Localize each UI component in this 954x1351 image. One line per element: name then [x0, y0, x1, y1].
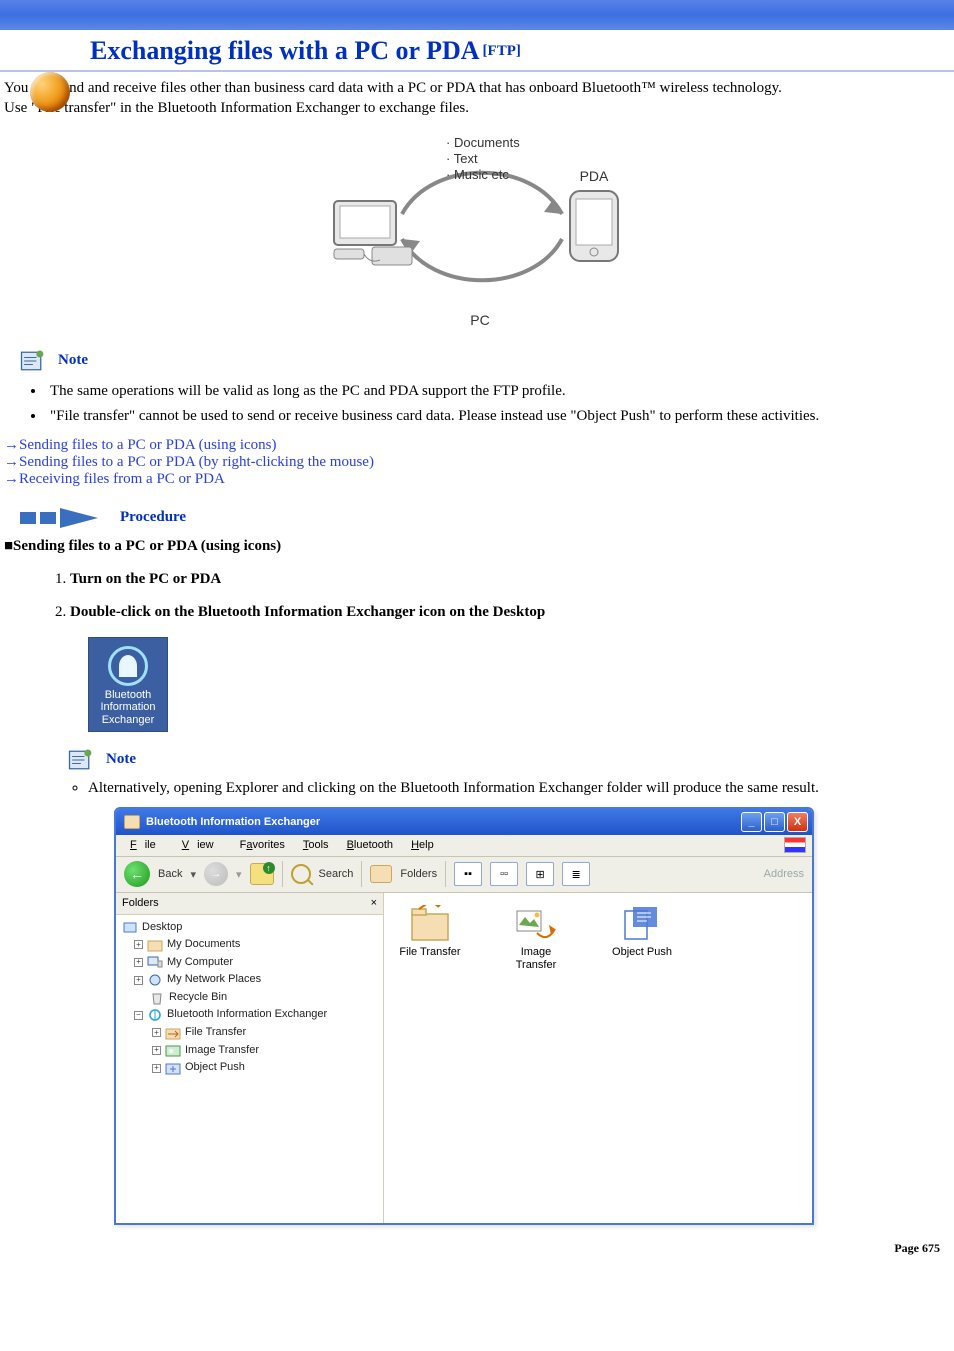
- note-icon: [18, 347, 46, 375]
- tree-bix[interactable]: − Bluetooth Information Exchanger: [122, 1006, 377, 1024]
- menu-help[interactable]: Help: [403, 837, 442, 853]
- folders-pane-close[interactable]: ×: [371, 897, 377, 909]
- note-heading: Note: [18, 347, 954, 375]
- content-pane: File Transfer Image Transfer: [384, 893, 812, 1223]
- note2-list: Alternatively, opening Explorer and clic…: [88, 780, 954, 797]
- explorer-window: Bluetooth Information Exchanger _ □ X Fi…: [114, 807, 814, 1225]
- link-sending-rightclick[interactable]: Sending files to a PC or PDA (by right-c…: [19, 454, 374, 470]
- tree-desktop[interactable]: Desktop: [122, 919, 377, 937]
- tree-object-push[interactable]: + Object Push: [122, 1059, 377, 1077]
- diagram-pda-label: PDA: [580, 168, 609, 184]
- procedure-steps: Turn on the PC or PDA Double-click on th…: [70, 571, 954, 621]
- file-transfer-icon: [409, 905, 451, 943]
- procedure-heading: Procedure: [18, 504, 954, 532]
- intro-text: You can send and receive files other tha…: [0, 78, 954, 119]
- procedure-label: Procedure: [120, 509, 186, 526]
- up-button[interactable]: [250, 863, 274, 885]
- back-button[interactable]: ←: [124, 861, 150, 887]
- title-row: Exchanging files with a PC or PDA [FTP]: [0, 32, 954, 72]
- window-maximize-button[interactable]: □: [764, 812, 785, 832]
- folders-button[interactable]: [370, 865, 392, 883]
- tree-image-transfer[interactable]: + Image Transfer: [122, 1042, 377, 1060]
- tree-file-transfer[interactable]: + File Transfer: [122, 1024, 377, 1042]
- bluetooth-information-exchanger-icon: BluetoothInformationExchanger: [88, 637, 168, 732]
- section-heading: ■Sending files to a PC or PDA (using ico…: [4, 538, 954, 555]
- diagram-bullet-2: · Text: [446, 151, 478, 166]
- window-minimize-button[interactable]: _: [741, 812, 762, 832]
- step-1: Turn on the PC or PDA: [70, 571, 954, 588]
- item-image-transfer[interactable]: Image Transfer: [500, 905, 572, 972]
- note-label: Note: [58, 352, 88, 369]
- procedure-icon: [18, 504, 108, 532]
- windows-flag-icon: [784, 837, 806, 853]
- page-number: Page 675: [0, 1233, 954, 1262]
- note2-heading: Note: [66, 746, 954, 774]
- note-item-2: "File transfer" cannot be used to send o…: [46, 408, 954, 425]
- menu-bluetooth[interactable]: Bluetooth: [339, 837, 402, 853]
- object-push-icon: [621, 905, 663, 943]
- menu-tools[interactable]: Tools: [295, 837, 337, 853]
- tree-my-documents[interactable]: + My Documents: [122, 936, 377, 954]
- address-label: Address: [764, 868, 804, 880]
- note2-label: Note: [106, 751, 136, 768]
- forward-button[interactable]: →: [204, 862, 228, 886]
- note2-item: Alternatively, opening Explorer and clic…: [88, 780, 954, 797]
- note-icon: [66, 746, 94, 774]
- window-title: Bluetooth Information Exchanger: [146, 816, 320, 828]
- folders-header: Folders: [122, 897, 159, 909]
- bix-desktop-icon-figure: BluetoothInformationExchanger: [88, 637, 954, 732]
- item-object-push[interactable]: Object Push: [606, 905, 678, 972]
- diagram-bullet-1: · Documents: [446, 135, 520, 150]
- tree-my-network-places[interactable]: + My Network Places: [122, 971, 377, 989]
- view-list-button[interactable]: ≣: [562, 862, 590, 886]
- diagram-bullet-3: · Music etc: [446, 167, 509, 182]
- view-tiles-button[interactable]: ▫▫: [490, 862, 518, 886]
- intro-line-2: Use "File transfer" in the Bluetooth Inf…: [4, 100, 469, 116]
- diagram-pc-label: PC: [470, 312, 489, 328]
- search-label: Search: [319, 868, 354, 880]
- back-label: Back: [158, 868, 182, 880]
- page-title-tag: [FTP]: [483, 43, 521, 60]
- window-titlebar: Bluetooth Information Exchanger _ □ X: [116, 809, 812, 835]
- item-file-transfer[interactable]: File Transfer: [394, 905, 466, 972]
- folders-label: Folders: [400, 868, 437, 880]
- step-2: Double-click on the Bluetooth Informatio…: [70, 604, 954, 621]
- window-icon: [124, 815, 140, 829]
- pc-pda-transfer-diagram: PDA · Documents · Text · Music etc PC: [322, 129, 632, 329]
- menu-view[interactable]: View: [174, 837, 230, 853]
- link-sending-icons[interactable]: Sending files to a PC or PDA (using icon…: [19, 437, 277, 453]
- folders-pane: Folders × Desktop + My Documents + My Co…: [116, 893, 384, 1223]
- page-topic-icon: [30, 72, 70, 112]
- image-transfer-icon: [515, 905, 557, 943]
- link-receiving[interactable]: Receiving files from a PC or PDA: [19, 471, 225, 487]
- view-icons-button[interactable]: ⊞: [526, 862, 554, 886]
- page-title: Exchanging files with a PC or PDA: [90, 36, 480, 66]
- window-close-button[interactable]: X: [787, 812, 808, 832]
- menu-bar: File View Favorites Tools Bluetooth Help: [116, 835, 812, 857]
- internal-links: →Sending files to a PC or PDA (using ico…: [4, 437, 954, 488]
- intro-line-1: You can send and receive files other tha…: [4, 80, 782, 96]
- tree-my-computer[interactable]: + My Computer: [122, 954, 377, 972]
- view-thumbnails-button[interactable]: ▪▪: [454, 862, 482, 886]
- toolbar: ← Back ▾ → ▾ Search Folders ▪▪ ▫▫ ⊞ ≣ Ad…: [116, 857, 812, 893]
- menu-file[interactable]: File: [122, 837, 172, 853]
- search-button[interactable]: [291, 864, 311, 884]
- note-item-1: The same operations will be valid as lon…: [46, 383, 954, 400]
- header-gradient-bar: [0, 0, 954, 30]
- note-list: The same operations will be valid as lon…: [46, 383, 954, 425]
- tree-recycle-bin[interactable]: Recycle Bin: [122, 989, 377, 1007]
- menu-favorites[interactable]: Favorites: [232, 837, 293, 853]
